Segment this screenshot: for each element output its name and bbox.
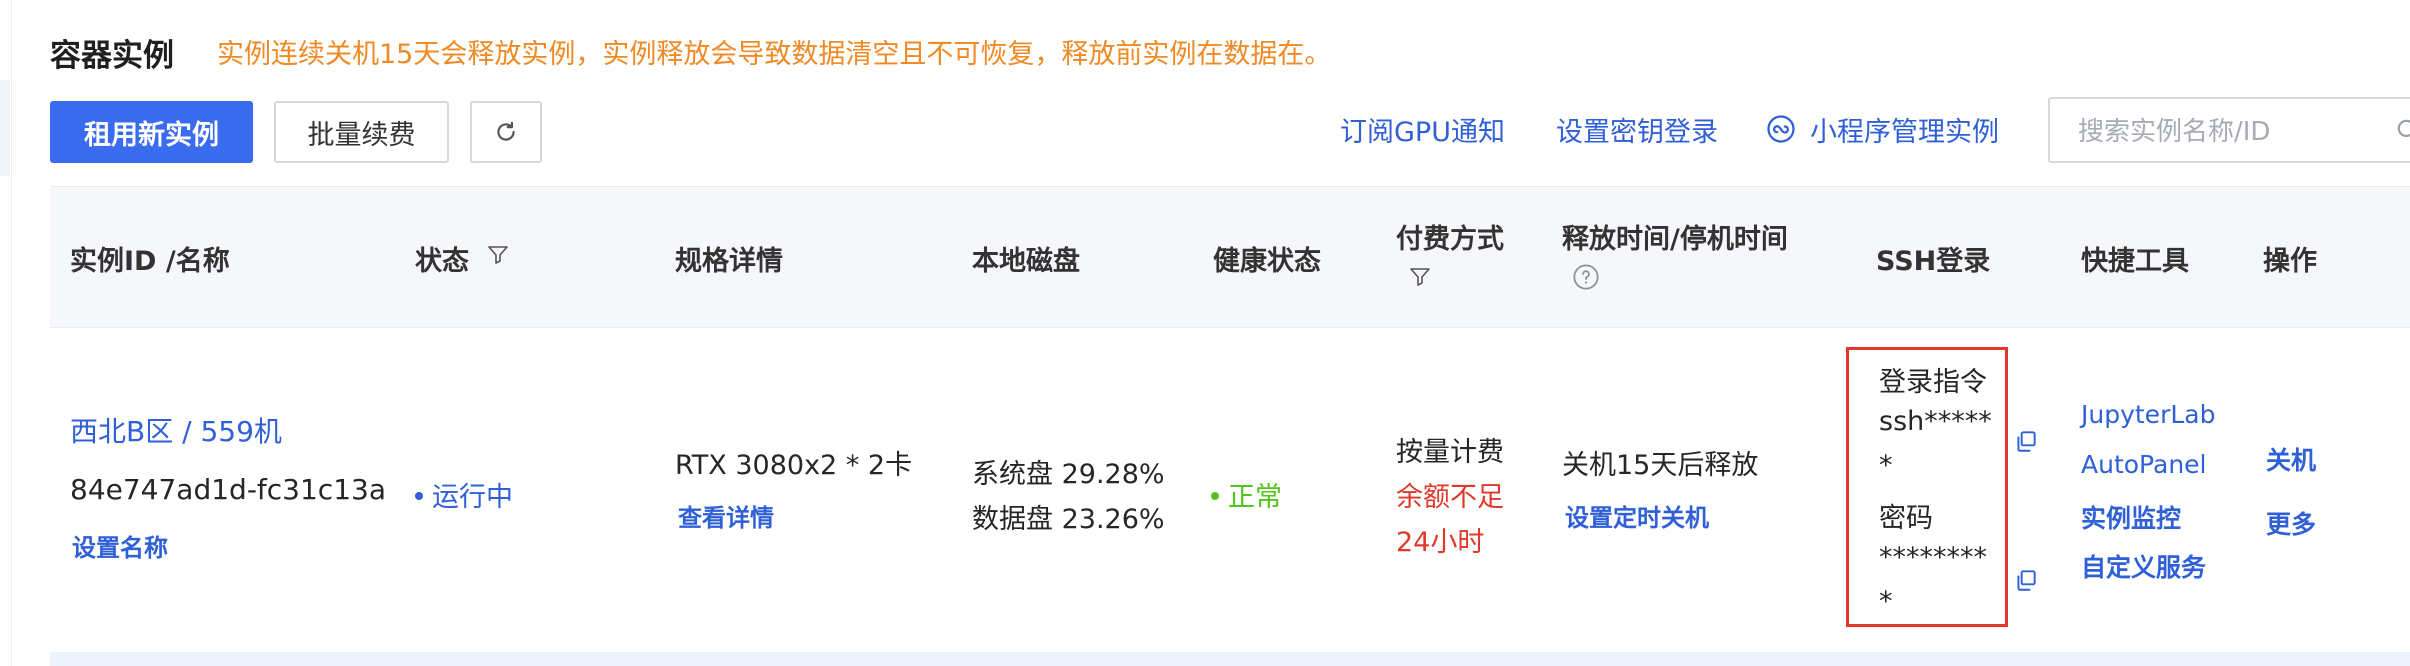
ssh-password-label: 密码 [1879,503,1933,534]
set-scheduled-shutdown-link[interactable]: 设置定时关机 [1565,498,1709,533]
balance-warning-hours: 24小时 [1396,527,1485,558]
instance-id: 84e747ad1d-fc31c13a [70,473,386,506]
table-footer-strip [50,652,2410,666]
more-actions-link[interactable]: 更多 [2266,505,2316,541]
header-actions: 操作 [2263,246,2317,277]
ssh-password-value: ******** [1879,542,1987,573]
billing-mode: 按量计费 [1396,437,1504,468]
header-health: 健康状态 [1213,246,1321,277]
sidebar-active-marker [0,80,10,176]
health-text: 正常 [1228,482,1282,513]
tool-jupyterlab-link[interactable]: JupyterLab [2081,400,2215,429]
copy-ssh-password-icon[interactable] [2013,567,2039,597]
rent-new-instance-button[interactable]: 租用新实例 [50,101,253,163]
header-spec: 规格详情 [675,246,783,277]
instance-name-link[interactable]: 西北B区 / 559机 [70,410,282,450]
header-instance-id: 实例ID /名称 [70,246,230,277]
release-policy: 关机15天后释放 [1562,450,1759,481]
balance-warning: 余额不足 [1396,482,1504,513]
ssh-key-login-link[interactable]: 设置密钥登录 [1556,110,1718,149]
batch-renew-button[interactable]: 批量续费 [274,101,449,163]
set-name-link[interactable]: 设置名称 [72,528,168,563]
ssh-command-value: ssh***** [1879,406,1992,437]
miniapp-icon [1766,114,1796,148]
help-icon[interactable] [1572,263,1600,295]
header-billing: 付费方式 [1396,224,1504,255]
refresh-button[interactable] [470,101,542,163]
header-release-time: 释放时间/停机时间 [1562,224,1788,255]
tool-custom-service-link[interactable]: 自定义服务 [2081,548,2206,584]
copy-ssh-command-icon[interactable] [2013,428,2039,458]
tool-instance-monitor-link[interactable]: 实例监控 [2081,499,2181,535]
status-badge: 运行中 [415,475,513,514]
left-sidebar-edge [0,0,12,666]
ssh-login-highlight: 登录指令 ssh***** * 密码 ******** * [1846,347,2008,627]
billing-filter-icon[interactable] [1408,265,1432,293]
disk-system-usage: 系统盘 29.28% [972,459,1165,490]
subscribe-gpu-link[interactable]: 订阅GPU通知 [1340,110,1505,149]
search-icon[interactable] [2395,117,2410,147]
status-text: 运行中 [432,482,513,513]
page-title: 容器实例 [50,38,174,74]
view-spec-detail-link[interactable]: 查看详情 [678,498,774,533]
search-input[interactable] [2076,111,2380,153]
spec-text: RTX 3080x2 * 2卡 [675,450,913,481]
disk-data-usage: 数据盘 23.26% [972,504,1165,535]
header-status: 状态 [415,246,469,277]
health-dot [1211,491,1219,500]
ssh-password-value-wrap: * [1879,586,1893,617]
header-ssh-login: SSH登录 [1876,246,1991,277]
header-quick-tools: 快捷工具 [2081,246,2189,277]
header-disk: 本地磁盘 [972,246,1080,277]
tool-autopanel-link[interactable]: AutoPanel [2081,450,2207,479]
shutdown-action-link[interactable]: 关机 [2266,441,2316,477]
ssh-command-value-wrap: * [1879,450,1893,481]
status-filter-icon[interactable] [486,243,510,271]
search-box[interactable] [2048,97,2410,163]
status-dot [415,491,423,500]
miniapp-manage-link[interactable]: 小程序管理实例 [1810,110,1999,149]
release-notice: 实例连续关机15天会释放实例，实例释放会导致数据清空且不可恢复，释放前实例在数据… [217,39,1332,70]
table-header: 实例ID /名称 状态 规格详情 本地磁盘 健康状态 付费方式 释放时间/停机时… [50,186,2410,328]
ssh-command-label: 登录指令 [1879,367,1987,398]
refresh-icon [497,121,515,141]
health-badge: 正常 [1211,475,1282,514]
